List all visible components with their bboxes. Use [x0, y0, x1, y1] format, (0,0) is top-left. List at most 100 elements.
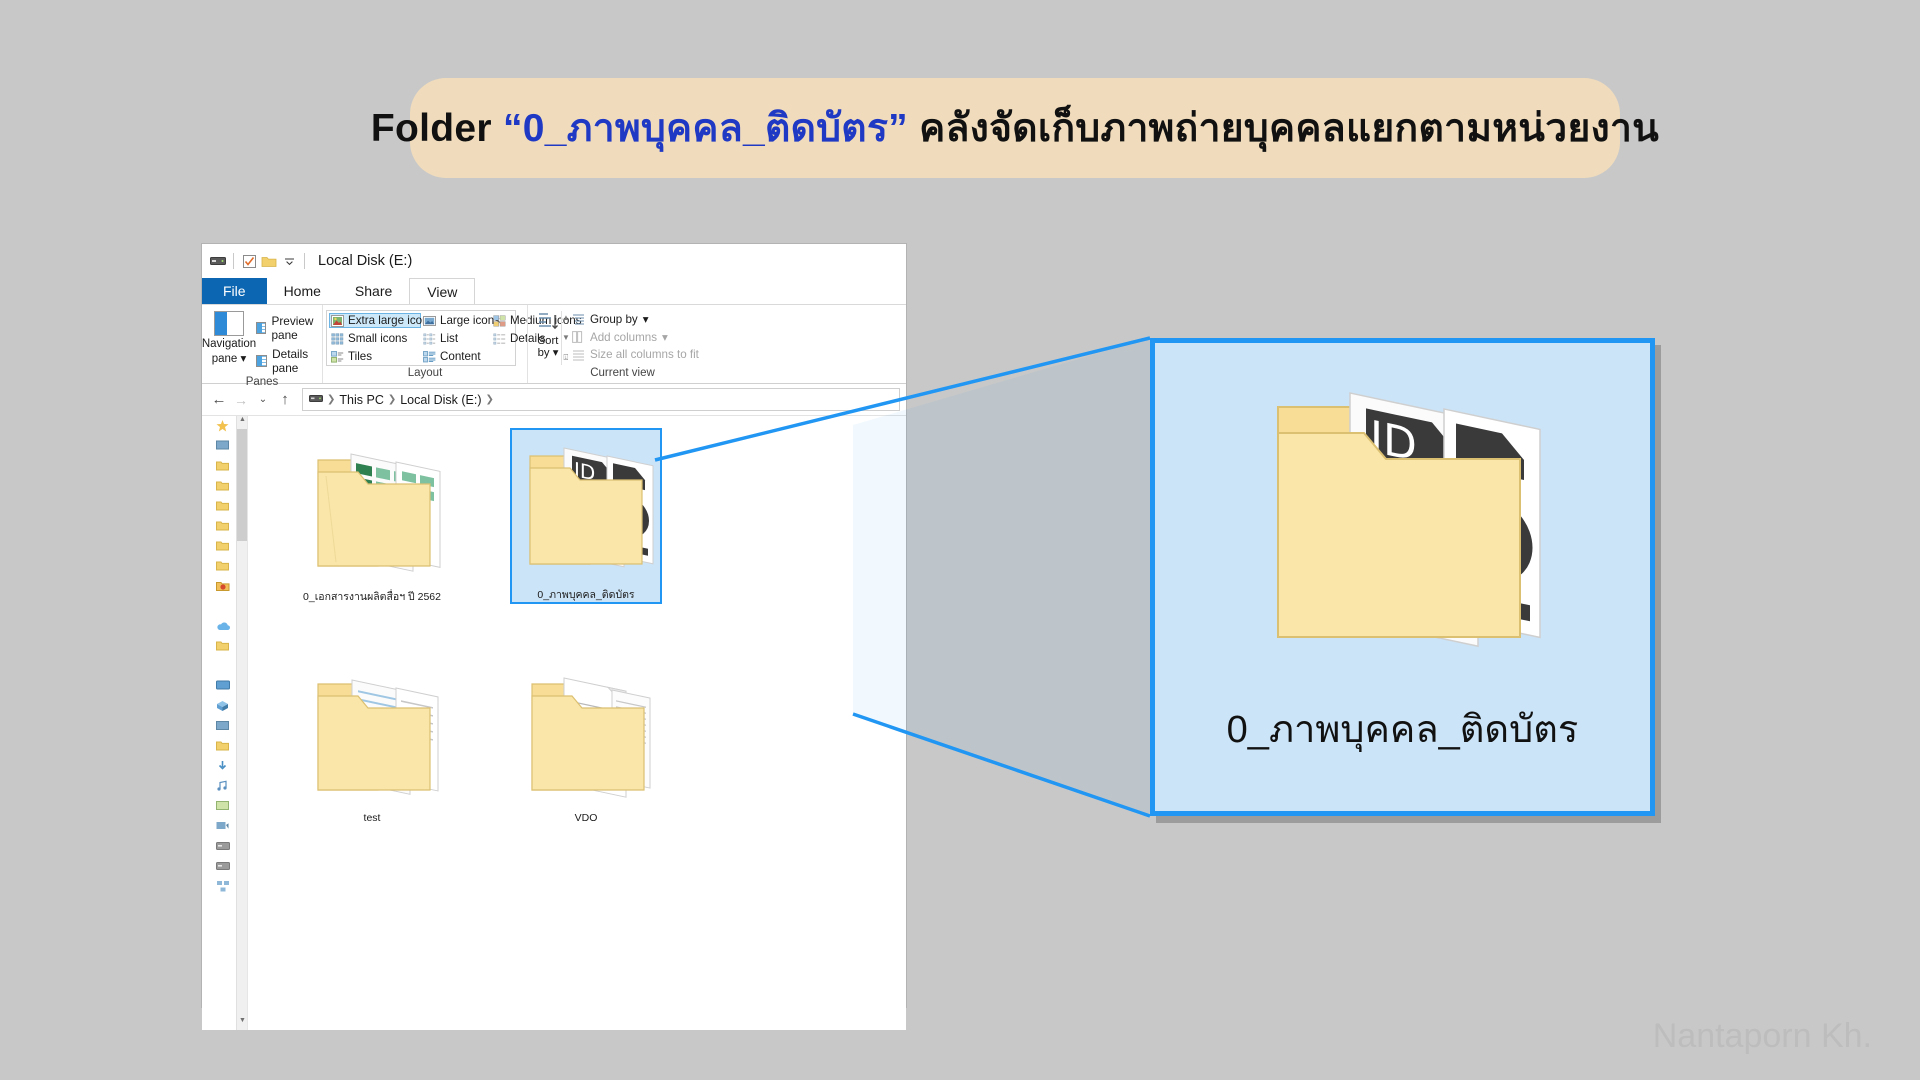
list-item[interactable]: test [296, 656, 448, 824]
list-item-label: 0_ภาพบุคคล_ติดบัตร [537, 589, 635, 601]
breadcrumb[interactable]: ❯ This PC ❯ Local Disk (E:) ❯ [302, 388, 900, 411]
local-disk-icon [216, 862, 230, 870]
layout-option-small-icons[interactable]: Small icons [329, 331, 421, 346]
folder-icon-spreadsheet [296, 432, 448, 584]
breadcrumb-separator-2: ❯ [387, 394, 397, 405]
file-list[interactable]: 0_เอกสารงานผลิตสื่อฯ ปี 2562 ID 0_ภาพบุค… [248, 416, 906, 1030]
layout-option-small-icons-label: Small icons [348, 332, 408, 345]
desktop-icon [216, 440, 229, 450]
preview-pane-label: Preview pane [271, 314, 314, 342]
navigation-pane-scrollbar[interactable]: ▲ ▼ [236, 416, 247, 1030]
navigation-pane-label-text: pane [211, 352, 238, 365]
open-folder-highlight-icon [216, 581, 230, 591]
ribbon-group-current-view: Sort by ▾ Group by ▾ Add columns ▾ Size … [527, 305, 717, 383]
sort-by-button[interactable]: Sort by ▾ [528, 309, 568, 359]
list-item[interactable]: 0_เอกสารงานผลิตสื่อฯ ปี 2562 [296, 432, 448, 605]
titlebar-divider-2 [304, 253, 305, 269]
breadcrumb-item-local-disk[interactable]: Local Disk (E:) [400, 393, 481, 407]
tabstrip-filler [475, 278, 906, 304]
tab-share[interactable]: Share [338, 278, 409, 304]
magnified-folder-label: 0_ภาพบุคคล_ติดบัตร [1226, 709, 1579, 751]
size-all-columns-icon [573, 350, 584, 360]
list-item[interactable]: ID 0_ภาพบุคคล_ติดบัตร [510, 428, 662, 604]
back-button[interactable]: ← [208, 391, 230, 408]
nav-scroll-up-icon[interactable]: ▲ [237, 416, 247, 429]
pc-documents-icon [216, 741, 229, 751]
up-button[interactable]: ↑ [274, 391, 296, 408]
window-title: Local Disk (E:) [318, 253, 413, 269]
panes-group-label: Panes [245, 376, 279, 388]
size-all-columns-button[interactable]: Size all columns to fit [572, 348, 699, 361]
medium-icons-icon [493, 314, 506, 326]
layout-option-extra-large-icons[interactable]: Extra large icons [329, 313, 434, 328]
navigation-pane-label-line1: Navigation [201, 338, 257, 350]
nav-scroll-down-icon[interactable]: ▼ [237, 1017, 247, 1030]
list-item-label: 0_เอกสารงานผลิตสื่อฯ ปี 2562 [303, 591, 441, 603]
ribbon: Navigation pane ▾ Preview pane Details p… [202, 304, 906, 388]
layout-option-list[interactable]: List [421, 331, 491, 346]
ribbon-group-panes: Navigation pane ▾ Preview pane Details p… [202, 305, 322, 388]
ribbon-tabstrip: File Home Share View [202, 278, 906, 305]
magnified-folder-callout: ID 0_ภาพบุคคล_ติดบัตร [1150, 338, 1655, 816]
list-item-label: VDO [574, 812, 598, 824]
layout-column-2: Large icons List Content [421, 313, 500, 365]
drive-icon [208, 251, 228, 271]
nav-scrollbar-thumb[interactable] [237, 429, 247, 541]
add-columns-label: Add columns [590, 330, 658, 344]
tab-file[interactable]: File [202, 278, 267, 304]
layout-option-tiles[interactable]: Tiles [329, 349, 421, 364]
sort-by-label-text: by [537, 347, 550, 359]
navigation-pane-label-line2: pane ▾ [212, 353, 247, 366]
panes-group-body: Navigation pane ▾ Preview pane Details p… [202, 305, 322, 375]
group-by-button[interactable]: Group by ▾ [572, 312, 699, 326]
folder-icon-documents [296, 656, 448, 808]
pictures-folder-icon [216, 501, 229, 511]
list-item[interactable]: VDO [510, 656, 662, 824]
banner-description: คลังจัดเก็บภาพถ่ายบุคคลแยกตามหน่วยงาน [908, 107, 1660, 150]
add-columns-icon [572, 331, 583, 343]
layout-option-large-icons[interactable]: Large icons [421, 313, 500, 328]
breadcrumb-separator-3: ❯ [485, 394, 494, 405]
forward-button[interactable]: → [230, 392, 252, 408]
magnified-folder-icon: ID [1238, 371, 1568, 676]
recent-locations-button[interactable]: ⌄ [252, 394, 274, 405]
sort-by-chevron-down-icon[interactable]: ▾ [553, 347, 559, 359]
breadcrumb-item-this-pc[interactable]: This PC [339, 393, 383, 407]
navigation-pane[interactable]: ▲ ▼ [202, 416, 248, 1030]
documents-folder-icon [216, 481, 229, 491]
videos-folder-icon [216, 541, 229, 551]
tab-view[interactable]: View [409, 278, 476, 305]
new-folder-icon[interactable] [259, 251, 279, 271]
layout-group-label: Layout [407, 367, 443, 379]
customize-chevron-down-icon[interactable] [279, 251, 299, 271]
preview-pane-icon [256, 322, 267, 334]
layout-gallery-columns: Extra large icons Small icons Tiles Larg… [327, 311, 582, 365]
group-by-chevron-down-icon[interactable]: ▾ [643, 312, 649, 326]
content-icon [423, 350, 436, 362]
list-item-label: test [363, 812, 381, 824]
watermark: Nantaporn Kh. [1652, 1017, 1872, 1055]
details-pane-icon [256, 355, 268, 367]
pc-downloads-icon [218, 761, 227, 770]
hard-drive-icon [216, 842, 230, 850]
breadcrumb-separator-1: ❯ [327, 394, 336, 405]
3d-objects-icon [217, 701, 228, 711]
details-pane-button[interactable]: Details pane [256, 347, 322, 375]
preview-pane-button[interactable]: Preview pane [256, 314, 322, 342]
ribbon-group-layout: Extra large icons Small icons Tiles Larg… [322, 305, 582, 383]
network-icon [217, 881, 229, 892]
properties-icon[interactable] [239, 251, 259, 271]
group-by-icon [573, 314, 584, 325]
layout-gallery: Extra large icons Small icons Tiles Larg… [326, 310, 582, 366]
add-columns-chevron-down-icon[interactable]: ▾ [662, 330, 668, 344]
navigation-pane-button[interactable]: Navigation pane ▾ [202, 309, 256, 365]
current-view-group-body: Sort by ▾ Group by ▾ Add columns ▾ Size … [528, 305, 717, 366]
layout-option-tiles-label: Tiles [348, 350, 373, 363]
details-icon [493, 333, 506, 344]
navigation-pane-chevron-down-icon[interactable]: ▾ [241, 353, 247, 365]
add-columns-button[interactable]: Add columns ▾ [572, 330, 699, 344]
sort-by-label-line2: by ▾ [538, 347, 559, 359]
tab-home[interactable]: Home [267, 278, 338, 304]
tiles-icon [331, 350, 344, 363]
layout-option-content[interactable]: Content [421, 349, 491, 364]
